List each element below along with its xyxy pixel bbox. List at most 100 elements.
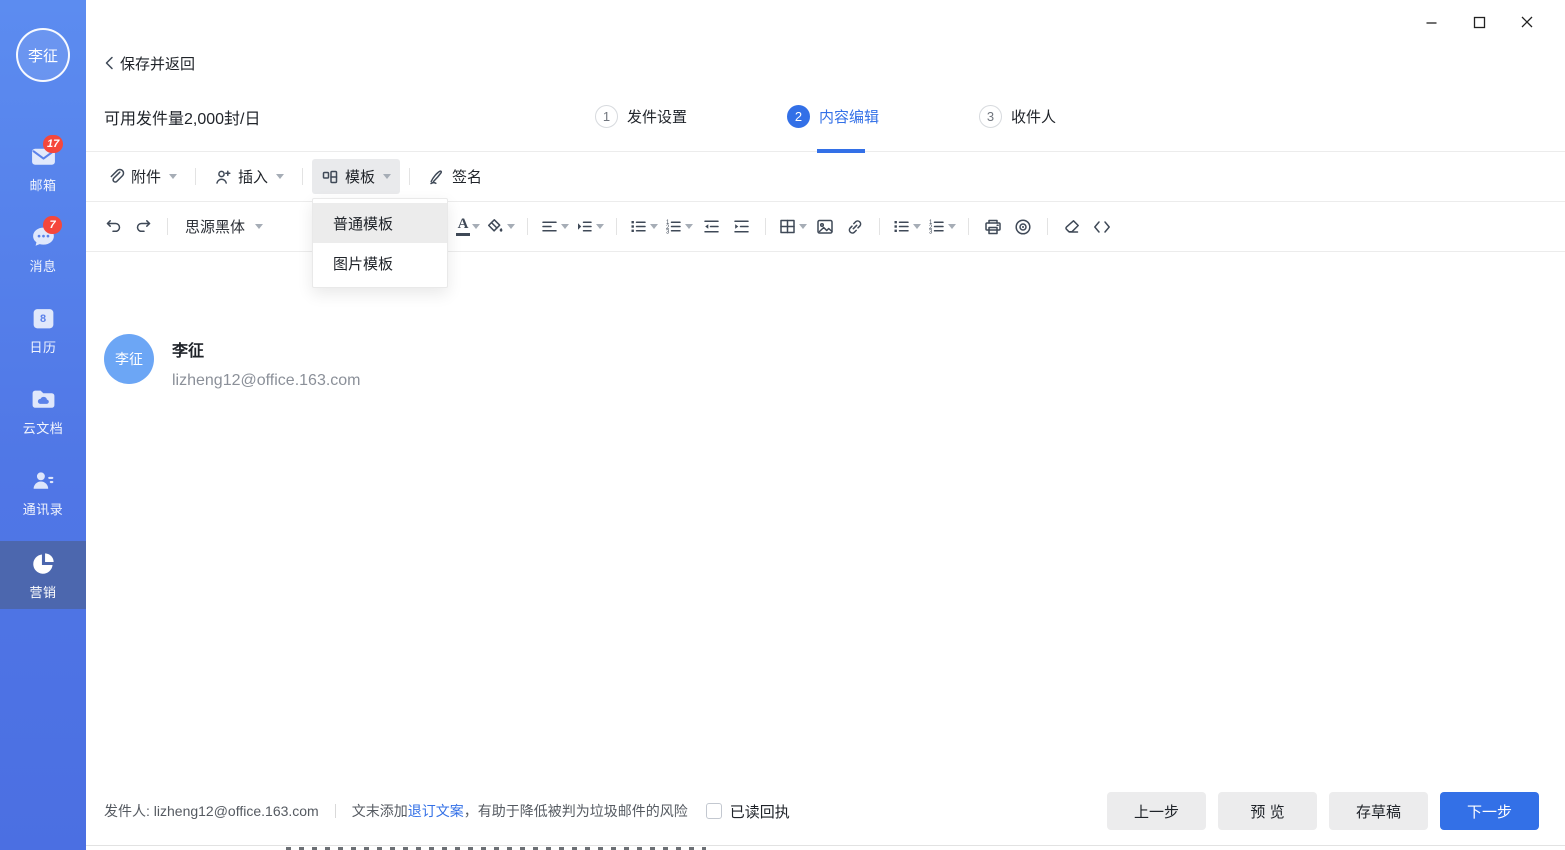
chevron-down-icon [507,224,515,229]
next-step-button[interactable]: 下一步 [1440,792,1539,830]
sidebar: 李征 17 邮箱 7 消息 8 [0,0,86,850]
email-content-editor[interactable]: 李征 李征 lizheng12@office.163.com [86,252,1565,779]
highlight-color-button[interactable] [483,211,518,243]
code-icon [1092,217,1112,237]
attachment-button[interactable]: 附件 [98,159,186,194]
footer-info: 发件人: lizheng12@office.163.com 文末添加 退订文案 … [104,801,790,822]
bullet-list-icon [629,217,648,236]
print-button[interactable] [978,211,1008,243]
maximize-button[interactable] [1455,6,1503,38]
ordered-list-icon: 123 [927,217,946,236]
sidebar-item-label: 日历 [29,337,56,356]
window-titlebar [86,0,1565,44]
undo-button[interactable] [98,211,128,243]
menu-item-normal-template[interactable]: 普通模板 [313,203,447,243]
divider [879,218,880,235]
table-button[interactable] [775,211,810,243]
footer-bar: 发件人: lizheng12@office.163.com 文末添加 退订文案 … [86,779,1565,843]
message-badge: 7 [43,216,62,234]
close-button[interactable] [1503,6,1551,38]
signature-pen-icon [428,168,446,186]
indent-button[interactable] [726,211,756,243]
step-send-settings[interactable]: 1 发件设置 [595,82,687,151]
text-align-button[interactable] [537,211,572,243]
read-receipt-checkbox[interactable] [706,803,722,819]
image-icon [815,217,835,237]
sidebar-item-mail[interactable]: 17 邮箱 [0,136,86,200]
template-menu: 普通模板 图片模板 [312,198,448,288]
bullet-list-icon [892,217,911,236]
line-height-icon [575,217,594,236]
font-color-icon: A [456,217,470,237]
save-draft-button[interactable]: 存草稿 [1329,792,1428,830]
ordered-list-2-button[interactable]: 123 [924,211,959,243]
sidebar-item-label: 邮箱 [29,175,56,194]
divider [765,218,766,235]
step-number: 1 [595,105,618,128]
save-and-back-link[interactable]: 保存并返回 [86,44,1565,82]
app-window: 李征 17 邮箱 7 消息 8 [0,0,1565,850]
step-recipients[interactable]: 3 收件人 [979,82,1056,151]
align-left-icon [540,217,559,236]
source-code-button[interactable] [1087,211,1117,243]
wizard-steps: 1 发件设置 2 内容编辑 3 收件人 [86,82,1565,151]
chevron-down-icon [169,174,177,179]
redo-button[interactable] [128,211,158,243]
line-height-button[interactable] [572,211,607,243]
outdent-icon [702,217,721,236]
sidebar-item-calendar[interactable]: 8 日历 [0,298,86,362]
person-add-icon [214,168,232,186]
clear-format-button[interactable] [1057,211,1087,243]
calendar-date: 8 [29,313,57,325]
sidebar-item-message[interactable]: 7 消息 [0,217,86,281]
font-family-select[interactable]: 思源黑体 [177,210,271,243]
editor-toolbar-primary: 附件 插入 模板 普通模板 图片模板 [86,152,1565,201]
link-button[interactable] [840,211,870,243]
preview-email-button[interactable]: 预 览 [1218,792,1317,830]
step-label: 发件设置 [627,106,687,127]
chevron-down-icon [255,224,263,229]
sidebar-item-marketing[interactable]: 营销 [0,541,86,609]
step-number: 2 [787,105,810,128]
chevron-left-icon [104,56,114,70]
sidebar-item-label: 消息 [29,256,56,275]
signature-button[interactable]: 签名 [419,159,491,194]
step-content-edit[interactable]: 2 内容编辑 [787,82,879,151]
previous-step-button[interactable]: 上一步 [1107,792,1206,830]
svg-text:3: 3 [929,230,933,236]
step-label: 内容编辑 [819,106,879,127]
unsubscribe-copy-link[interactable]: 退订文案 [408,801,464,821]
sidebar-item-contacts[interactable]: 通讯录 [0,460,86,524]
bullet-list-button[interactable] [626,211,661,243]
sidebar-item-label: 营销 [29,582,56,601]
outdent-button[interactable] [696,211,726,243]
chevron-down-icon [596,224,604,229]
sender-email: lizheng12@office.163.com [172,372,361,390]
template-button[interactable]: 模板 [312,159,400,194]
user-avatar[interactable]: 李征 [16,28,70,82]
bullet-list-2-button[interactable] [889,211,924,243]
divider [195,168,196,185]
minimize-button[interactable] [1407,6,1455,38]
chevron-down-icon [948,224,956,229]
back-label: 保存并返回 [120,53,195,74]
clipped-bottom-row [86,845,1565,850]
step-label: 收件人 [1011,106,1056,127]
preview-button[interactable] [1008,211,1038,243]
sidebar-item-clouddoc[interactable]: 云文档 [0,379,86,443]
divider [616,218,617,235]
chevron-down-icon [383,174,391,179]
ordered-list-button[interactable]: 123 [661,211,696,243]
ordered-list-icon: 123 [664,217,683,236]
insert-button[interactable]: 插入 [205,159,293,194]
image-button[interactable] [810,211,840,243]
attachment-label: 附件 [131,166,161,187]
sidebar-item-label: 云文档 [23,418,64,437]
font-color-button[interactable]: A [453,211,483,243]
template-dropdown-wrap: 模板 普通模板 图片模板 [312,159,400,194]
steps-header: 可用发件量2,000封/日 1 发件设置 2 内容编辑 3 收件人 [86,82,1565,152]
footer-actions: 上一步 预 览 存草稿 下一步 [1107,792,1539,830]
chevron-down-icon [799,224,807,229]
chevron-down-icon [472,224,480,229]
menu-item-image-template[interactable]: 图片模板 [313,243,447,283]
